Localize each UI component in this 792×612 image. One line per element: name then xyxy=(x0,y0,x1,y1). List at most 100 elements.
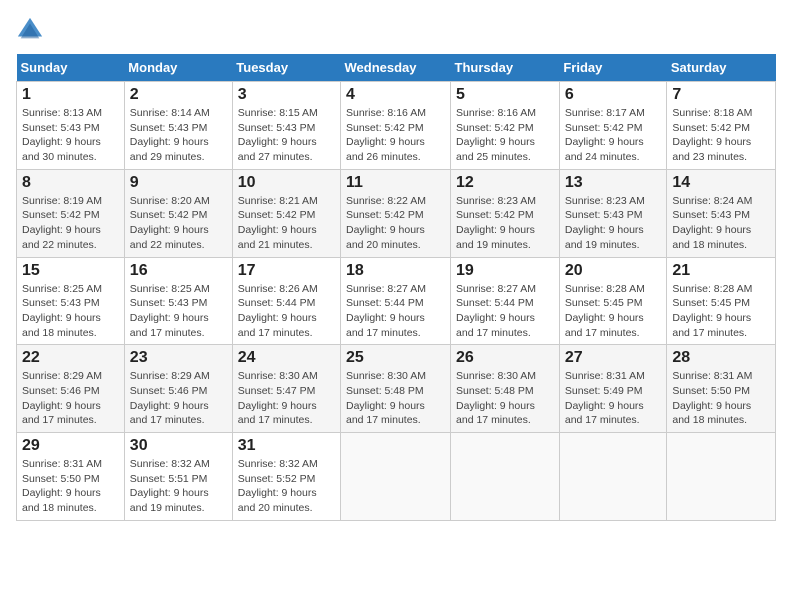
day-cell: 18 Sunrise: 8:27 AM Sunset: 5:44 PM Dayli… xyxy=(341,257,451,345)
day-detail: Sunrise: 8:13 AM Sunset: 5:43 PM Dayligh… xyxy=(22,106,119,165)
day-detail: Sunrise: 8:29 AM Sunset: 5:46 PM Dayligh… xyxy=(130,369,227,428)
day-number: 13 xyxy=(565,174,662,192)
week-row-2: 8 Sunrise: 8:19 AM Sunset: 5:42 PM Daylig… xyxy=(17,169,776,257)
day-detail: Sunrise: 8:16 AM Sunset: 5:42 PM Dayligh… xyxy=(456,106,554,165)
day-number: 20 xyxy=(565,262,662,280)
day-number: 7 xyxy=(672,86,770,104)
day-cell: 26 Sunrise: 8:30 AM Sunset: 5:48 PM Dayli… xyxy=(451,345,560,433)
day-cell: 9 Sunrise: 8:20 AM Sunset: 5:42 PM Daylig… xyxy=(124,169,232,257)
day-number: 24 xyxy=(238,349,335,367)
day-detail: Sunrise: 8:19 AM Sunset: 5:42 PM Dayligh… xyxy=(22,194,119,253)
day-number: 12 xyxy=(456,174,554,192)
day-cell: 12 Sunrise: 8:23 AM Sunset: 5:42 PM Dayli… xyxy=(451,169,560,257)
col-header-wednesday: Wednesday xyxy=(341,54,451,82)
day-cell: 13 Sunrise: 8:23 AM Sunset: 5:43 PM Dayli… xyxy=(559,169,667,257)
day-number: 29 xyxy=(22,437,119,455)
day-cell: 17 Sunrise: 8:26 AM Sunset: 5:44 PM Dayli… xyxy=(232,257,340,345)
day-number: 28 xyxy=(672,349,770,367)
day-number: 25 xyxy=(346,349,445,367)
day-number: 18 xyxy=(346,262,445,280)
day-detail: Sunrise: 8:25 AM Sunset: 5:43 PM Dayligh… xyxy=(130,282,227,341)
day-cell: 4 Sunrise: 8:16 AM Sunset: 5:42 PM Daylig… xyxy=(341,82,451,170)
day-cell: 19Sunrise: 8:27 AM Sunset: 5:44 PM Dayli… xyxy=(451,257,560,345)
logo xyxy=(16,16,48,44)
day-number: 1 xyxy=(22,86,119,104)
day-number: 15 xyxy=(22,262,119,280)
day-cell: 21 Sunrise: 8:28 AM Sunset: 5:45 PM Dayli… xyxy=(667,257,776,345)
day-cell: 16 Sunrise: 8:25 AM Sunset: 5:43 PM Dayli… xyxy=(124,257,232,345)
day-cell: 28 Sunrise: 8:31 AM Sunset: 5:50 PM Dayli… xyxy=(667,345,776,433)
day-detail: Sunrise: 8:32 AM Sunset: 5:51 PM Dayligh… xyxy=(130,457,227,516)
day-detail: Sunrise: 8:15 AM Sunset: 5:43 PM Dayligh… xyxy=(238,106,335,165)
day-detail: Sunrise: 8:21 AM Sunset: 5:42 PM Dayligh… xyxy=(238,194,335,253)
day-detail: Sunrise: 8:31 AM Sunset: 5:50 PM Dayligh… xyxy=(672,369,770,428)
day-number: 9 xyxy=(130,174,227,192)
day-detail: Sunrise: 8:31 AM Sunset: 5:50 PM Dayligh… xyxy=(22,457,119,516)
header-row: SundayMondayTuesdayWednesdayThursdayFrid… xyxy=(17,54,776,82)
logo-icon xyxy=(16,16,44,44)
day-number: 23 xyxy=(130,349,227,367)
day-detail: Sunrise: 8:25 AM Sunset: 5:43 PM Dayligh… xyxy=(22,282,119,341)
day-cell xyxy=(341,433,451,521)
day-cell: 7Sunrise: 8:18 AM Sunset: 5:42 PM Daylig… xyxy=(667,82,776,170)
day-cell: 15 Sunrise: 8:25 AM Sunset: 5:43 PM Dayli… xyxy=(17,257,125,345)
day-number: 6 xyxy=(565,86,662,104)
col-header-sunday: Sunday xyxy=(17,54,125,82)
day-number: 8 xyxy=(22,174,119,192)
week-row-1: 1 Sunrise: 8:13 AM Sunset: 5:43 PM Daylig… xyxy=(17,82,776,170)
day-cell: 22 Sunrise: 8:29 AM Sunset: 5:46 PM Dayli… xyxy=(17,345,125,433)
day-cell: 11 Sunrise: 8:22 AM Sunset: 5:42 PM Dayli… xyxy=(341,169,451,257)
day-cell: 1 Sunrise: 8:13 AM Sunset: 5:43 PM Daylig… xyxy=(17,82,125,170)
col-header-monday: Monday xyxy=(124,54,232,82)
day-number: 31 xyxy=(238,437,335,455)
day-cell xyxy=(451,433,560,521)
day-cell: 2 Sunrise: 8:14 AM Sunset: 5:43 PM Daylig… xyxy=(124,82,232,170)
day-detail: Sunrise: 8:30 AM Sunset: 5:48 PM Dayligh… xyxy=(456,369,554,428)
day-number: 2 xyxy=(130,86,227,104)
day-detail: Sunrise: 8:24 AM Sunset: 5:43 PM Dayligh… xyxy=(672,194,770,253)
day-detail: Sunrise: 8:23 AM Sunset: 5:42 PM Dayligh… xyxy=(456,194,554,253)
day-cell: 6 Sunrise: 8:17 AM Sunset: 5:42 PM Daylig… xyxy=(559,82,667,170)
day-cell: 23 Sunrise: 8:29 AM Sunset: 5:46 PM Dayli… xyxy=(124,345,232,433)
day-cell: 3 Sunrise: 8:15 AM Sunset: 5:43 PM Daylig… xyxy=(232,82,340,170)
day-detail: Sunrise: 8:17 AM Sunset: 5:42 PM Dayligh… xyxy=(565,106,662,165)
day-detail: Sunrise: 8:23 AM Sunset: 5:43 PM Dayligh… xyxy=(565,194,662,253)
day-cell: 24 Sunrise: 8:30 AM Sunset: 5:47 PM Dayli… xyxy=(232,345,340,433)
calendar-table: SundayMondayTuesdayWednesdayThursdayFrid… xyxy=(16,54,776,521)
col-header-friday: Friday xyxy=(559,54,667,82)
page-container: SundayMondayTuesdayWednesdayThursdayFrid… xyxy=(16,16,776,521)
day-detail: Sunrise: 8:28 AM Sunset: 5:45 PM Dayligh… xyxy=(565,282,662,341)
day-cell: 5 Sunrise: 8:16 AM Sunset: 5:42 PM Daylig… xyxy=(451,82,560,170)
day-detail: Sunrise: 8:26 AM Sunset: 5:44 PM Dayligh… xyxy=(238,282,335,341)
day-cell: 27Sunrise: 8:31 AM Sunset: 5:49 PM Dayli… xyxy=(559,345,667,433)
day-detail: Sunrise: 8:16 AM Sunset: 5:42 PM Dayligh… xyxy=(346,106,445,165)
day-number: 22 xyxy=(22,349,119,367)
day-detail: Sunrise: 8:20 AM Sunset: 5:42 PM Dayligh… xyxy=(130,194,227,253)
day-detail: Sunrise: 8:30 AM Sunset: 5:48 PM Dayligh… xyxy=(346,369,445,428)
col-header-tuesday: Tuesday xyxy=(232,54,340,82)
day-detail: Sunrise: 8:22 AM Sunset: 5:42 PM Dayligh… xyxy=(346,194,445,253)
week-row-4: 22 Sunrise: 8:29 AM Sunset: 5:46 PM Dayli… xyxy=(17,345,776,433)
day-detail: Sunrise: 8:32 AM Sunset: 5:52 PM Dayligh… xyxy=(238,457,335,516)
day-detail: Sunrise: 8:31 AM Sunset: 5:49 PM Dayligh… xyxy=(565,369,662,428)
header xyxy=(16,16,776,44)
day-detail: Sunrise: 8:28 AM Sunset: 5:45 PM Dayligh… xyxy=(672,282,770,341)
day-number: 4 xyxy=(346,86,445,104)
day-number: 16 xyxy=(130,262,227,280)
week-row-5: 29 Sunrise: 8:31 AM Sunset: 5:50 PM Dayli… xyxy=(17,433,776,521)
day-number: 11 xyxy=(346,174,445,192)
day-number: 3 xyxy=(238,86,335,104)
day-number: 26 xyxy=(456,349,554,367)
day-detail: Sunrise: 8:29 AM Sunset: 5:46 PM Dayligh… xyxy=(22,369,119,428)
day-cell: 29 Sunrise: 8:31 AM Sunset: 5:50 PM Dayli… xyxy=(17,433,125,521)
day-number: 21 xyxy=(672,262,770,280)
day-cell: 31 Sunrise: 8:32 AM Sunset: 5:52 PM Dayli… xyxy=(232,433,340,521)
day-number: 19 xyxy=(456,262,554,280)
day-detail: Sunrise: 8:30 AM Sunset: 5:47 PM Dayligh… xyxy=(238,369,335,428)
day-number: 5 xyxy=(456,86,554,104)
week-row-3: 15 Sunrise: 8:25 AM Sunset: 5:43 PM Dayli… xyxy=(17,257,776,345)
day-cell: 8 Sunrise: 8:19 AM Sunset: 5:42 PM Daylig… xyxy=(17,169,125,257)
day-detail: Sunrise: 8:14 AM Sunset: 5:43 PM Dayligh… xyxy=(130,106,227,165)
day-detail: Sunrise: 8:27 AM Sunset: 5:44 PM Dayligh… xyxy=(346,282,445,341)
day-number: 17 xyxy=(238,262,335,280)
